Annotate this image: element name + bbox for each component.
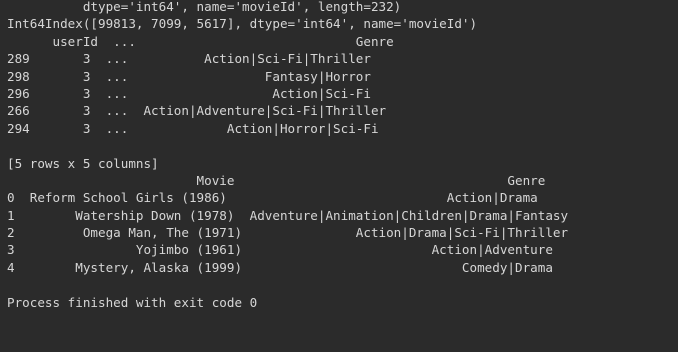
console-line: 266 3 ... Action|Adventure|Sci-Fi|Thrill…	[7, 103, 387, 119]
console-line: Movie Genre	[7, 172, 546, 188]
console-line: 298 3 ... Fantasy|Horror	[7, 68, 371, 84]
run-console-output: dtype='int64', name='movieId', length=23…	[0, 0, 678, 350]
console-line: 4 Mystery, Alaska (1999) Comedy|Drama	[7, 259, 553, 275]
console-line: 3 Yojimbo (1961) Action|Adventure	[7, 242, 553, 258]
console-line: 2 Omega Man, The (1971) Action|Drama|Sci…	[7, 225, 569, 241]
process-exit-message: Process finished with exit code 0	[7, 294, 258, 310]
console-line: Int64Index([99813, 7099, 5617], dtype='i…	[7, 16, 478, 32]
console-line: 289 3 ... Action|Sci-Fi|Thriller	[7, 51, 371, 67]
console-line: [5 rows x 5 columns]	[7, 155, 159, 171]
console-line: 1 Watership Down (1978) Adventure|Animat…	[7, 207, 569, 223]
console-line: dtype='int64', name='movieId', length=23…	[7, 0, 402, 14]
console-line: userId ... Genre	[7, 33, 394, 49]
console-line: 296 3 ... Action|Sci-Fi	[7, 85, 371, 101]
console-line: 0 Reform School Girls (1986) Action|Dram…	[7, 190, 538, 206]
console-line: 294 3 ... Action|Horror|Sci-Fi	[7, 120, 379, 136]
